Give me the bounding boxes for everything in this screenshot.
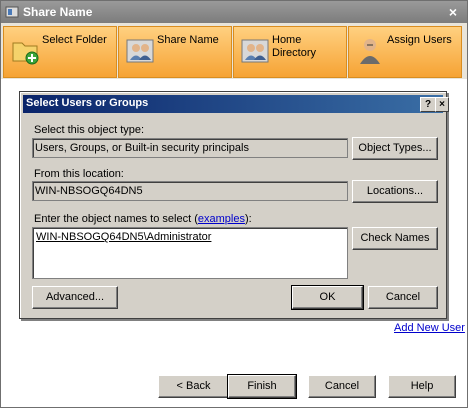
object-type-field: Users, Groups, or Built-in security prin…	[32, 138, 348, 158]
dialog-help-button[interactable]: ?	[420, 97, 436, 112]
ok-button[interactable]: OK	[291, 285, 364, 310]
step-label: Select Folder	[42, 34, 107, 46]
dialog-title: Select Users or Groups	[26, 97, 149, 109]
app-icon	[5, 6, 19, 18]
users-icon	[126, 39, 154, 63]
window-titlebar[interactable]: Share Name ×	[1, 1, 467, 23]
location-field: WIN-NBSOGQ64DN5	[32, 181, 348, 201]
object-names-label: Enter the object names to select (exampl…	[34, 213, 252, 225]
dialog-cancel-button[interactable]: Cancel	[368, 286, 438, 309]
object-types-button[interactable]: Object Types...	[352, 137, 438, 160]
users-icon	[241, 39, 269, 63]
help-button[interactable]: Help	[388, 375, 456, 398]
wizard-window: Share Name × Select Folder Share Name Ho…	[0, 0, 468, 408]
select-users-dialog: Select Users or Groups ? × Select this o…	[19, 91, 449, 319]
add-new-user-link[interactable]: Add New User	[394, 322, 465, 334]
cancel-button[interactable]: Cancel	[308, 375, 376, 398]
advanced-button[interactable]: Advanced...	[32, 286, 118, 309]
step-label: Share Name	[157, 34, 219, 46]
window-title: Share Name	[23, 5, 93, 19]
locations-button[interactable]: Locations...	[352, 180, 438, 203]
object-names-label-suffix: ):	[244, 213, 252, 225]
examples-link[interactable]: examples	[198, 213, 245, 225]
finish-button[interactable]: Finish	[227, 374, 297, 399]
dialog-close-button[interactable]: ×	[435, 97, 449, 112]
location-label: From this location:	[34, 168, 124, 180]
object-names-input[interactable]: WIN-NBSOGQ64DN5\Administrator	[32, 227, 348, 279]
folder-add-icon	[12, 42, 39, 65]
step-share-name[interactable]: Share Name	[118, 26, 232, 78]
user-icon	[360, 39, 380, 64]
step-assign-users[interactable]: Assign Users	[348, 26, 462, 78]
step-label: Assign Users	[387, 34, 452, 46]
step-label: Home Directory	[272, 34, 317, 59]
step-home-directory[interactable]: Home Directory	[233, 26, 347, 78]
object-names-value: WIN-NBSOGQ64DN5\Administrator	[36, 231, 212, 243]
dialog-titlebar[interactable]: Select Users or Groups ? ×	[23, 95, 449, 113]
window-close-button[interactable]: ×	[445, 4, 461, 20]
check-names-button[interactable]: Check Names	[352, 227, 438, 250]
back-button[interactable]: < Back	[158, 375, 229, 398]
object-names-label-text: Enter the object names to select (	[34, 213, 198, 225]
step-select-folder[interactable]: Select Folder	[3, 26, 117, 78]
object-type-label: Select this object type:	[34, 124, 145, 136]
wizard-steps: Select Folder Share Name Home Directory	[1, 23, 467, 79]
